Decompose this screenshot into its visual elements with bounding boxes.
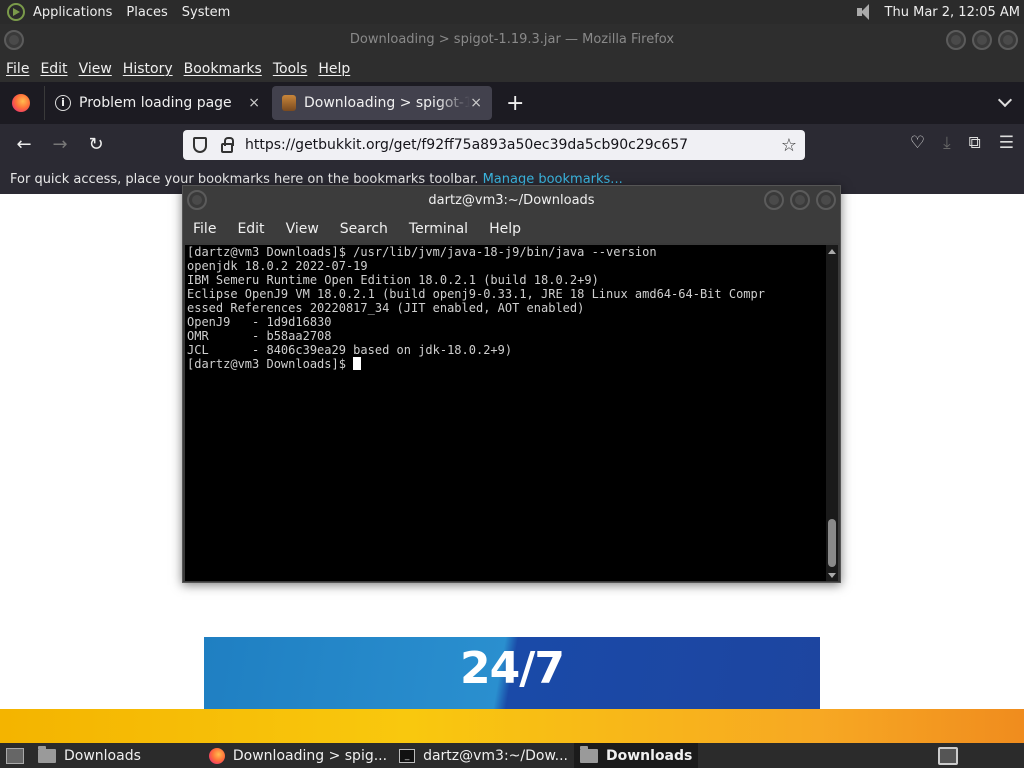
banner-text: 24/7: [460, 643, 565, 694]
terminal-line: IBM Semeru Runtime Open Edition 18.0.2.1…: [187, 273, 599, 287]
workspace-switcher-icon[interactable]: [938, 746, 958, 765]
taskbar-item-terminal[interactable]: _ dartz@vm3:~/Dow...: [393, 743, 574, 768]
firefox-menubar: File Edit View History Bookmarks Tools H…: [0, 56, 1024, 82]
places-menu[interactable]: Places: [126, 5, 167, 20]
tab-bar: i Problem loading page × Downloading > s…: [0, 82, 1024, 124]
scrollbar-thumb[interactable]: [828, 519, 836, 567]
terminal-icon: _: [399, 748, 416, 763]
close-window-button[interactable]: [998, 30, 1018, 50]
terminal-prompt: [dartz@vm3 Downloads]$: [187, 357, 354, 371]
scroll-up-arrow-icon[interactable]: [828, 249, 836, 254]
firefox-view-icon[interactable]: [12, 94, 30, 112]
taskbar-item-label: Downloading > spig...: [232, 747, 388, 764]
menu-help[interactable]: Help: [318, 61, 350, 77]
terminal-line: [dartz@vm3 Downloads]$ /usr/lib/jvm/java…: [187, 245, 657, 259]
terminal-line: OpenJ9 - 1d9d16830: [187, 315, 332, 329]
taskbar-item-downloads[interactable]: Downloads: [32, 743, 147, 768]
window-menu-button[interactable]: [4, 30, 24, 50]
volume-icon[interactable]: [855, 3, 875, 21]
menu-file[interactable]: File: [6, 61, 29, 77]
taskbar-item-firefox[interactable]: Downloading > spig...: [203, 743, 393, 768]
terminal-menu-help[interactable]: Help: [489, 221, 521, 237]
terminal-line: openjdk 18.0.2 2022-07-19: [187, 259, 368, 273]
tab-label: Downloading > spigot-1.19.3.jar: [304, 95, 470, 111]
firefox-titlebar: Downloading > spigot-1.19.3.jar — Mozill…: [0, 24, 1024, 56]
new-tab-button[interactable]: +: [506, 91, 524, 116]
folder-icon: [580, 745, 598, 763]
tab-problem-loading[interactable]: i Problem loading page ×: [44, 86, 270, 120]
page-orange-strip: [0, 709, 1024, 743]
folder-icon: [38, 745, 56, 763]
top-panel: Applications Places System Thu Mar 2, 12…: [0, 0, 1024, 24]
distro-logo-icon[interactable]: [7, 3, 25, 21]
tab-downloading[interactable]: Downloading > spigot-1.19.3.jar ×: [272, 86, 492, 120]
terminal-title: dartz@vm3:~/Downloads: [428, 193, 595, 208]
terminal-line: OMR - b58aa2708: [187, 329, 332, 343]
menu-edit[interactable]: Edit: [40, 61, 67, 77]
lock-icon[interactable]: [221, 136, 234, 153]
minimize-button[interactable]: [946, 30, 966, 50]
taskbar-item-label: Downloads: [606, 747, 693, 764]
hamburger-menu-icon[interactable]: ☰: [999, 133, 1014, 153]
url-bar[interactable]: https://getbukkit.org/get/f92ff75a893a50…: [183, 130, 805, 160]
close-tab-icon[interactable]: ×: [470, 95, 482, 111]
applications-menu[interactable]: Applications: [33, 5, 112, 20]
bukkit-favicon-icon: [282, 95, 296, 111]
terminal-prompt-line: [dartz@vm3 Downloads]$: [187, 357, 826, 371]
firefox-icon: [208, 747, 225, 764]
downloads-icon[interactable]: ⤓: [943, 133, 951, 153]
clock[interactable]: Thu Mar 2, 12:05 AM: [885, 5, 1020, 20]
scroll-down-arrow-icon[interactable]: [828, 573, 836, 578]
terminal-output[interactable]: [dartz@vm3 Downloads]$ /usr/lib/jvm/java…: [185, 245, 826, 581]
taskbar-item-downloads-active[interactable]: Downloads: [574, 743, 699, 768]
terminal-line: JCL - 8406c39ea29 based on jdk-18.0.2+9): [187, 343, 513, 357]
close-tab-icon[interactable]: ×: [248, 95, 260, 111]
navigation-toolbar: ← → ↻ https://getbukkit.org/get/f92ff75a…: [0, 124, 1024, 166]
terminal-line: essed References 20220817_34 (JIT enable…: [187, 301, 585, 315]
terminal-window-menu-button[interactable]: [187, 190, 207, 210]
tracking-protection-shield-icon[interactable]: [193, 137, 207, 153]
taskbar-item-label: dartz@vm3:~/Dow...: [423, 747, 568, 764]
taskbar: Downloads Downloading > spig... _ dartz@…: [0, 743, 1024, 768]
terminal-menu-view[interactable]: View: [286, 221, 319, 237]
url-text[interactable]: https://getbukkit.org/get/f92ff75a893a50…: [245, 137, 688, 153]
terminal-window: dartz@vm3:~/Downloads File Edit View Sea…: [182, 185, 841, 583]
maximize-button[interactable]: [972, 30, 992, 50]
forward-arrow-icon[interactable]: →: [48, 133, 72, 157]
menu-bookmarks[interactable]: Bookmarks: [184, 61, 262, 77]
terminal-menubar: File Edit View Search Terminal Help: [183, 215, 840, 243]
taskbar-item-label: Downloads: [64, 747, 141, 764]
system-menu[interactable]: System: [182, 5, 230, 20]
terminal-menu-edit[interactable]: Edit: [237, 221, 264, 237]
page-banner-image: 24/7: [204, 637, 820, 709]
menu-view[interactable]: View: [79, 61, 112, 77]
reload-icon[interactable]: ↻: [84, 133, 108, 157]
info-icon: i: [55, 95, 71, 111]
bookmark-star-icon[interactable]: ☆: [781, 135, 797, 156]
window-title: Downloading > spigot-1.19.3.jar — Mozill…: [349, 32, 675, 47]
pocket-icon[interactable]: ♡: [910, 133, 925, 153]
terminal-cursor: [353, 357, 362, 370]
terminal-line: Eclipse OpenJ9 VM 18.0.2.1 (build openj9…: [187, 287, 765, 301]
tab-label: Problem loading page: [79, 95, 232, 111]
terminal-menu-search[interactable]: Search: [340, 221, 388, 237]
terminal-scrollbar[interactable]: [826, 245, 838, 581]
terminal-titlebar: dartz@vm3:~/Downloads: [183, 186, 840, 215]
extensions-icon[interactable]: ⧉: [969, 133, 981, 153]
terminal-maximize-button[interactable]: [790, 190, 810, 210]
menu-tools[interactable]: Tools: [273, 61, 308, 77]
terminal-menu-terminal[interactable]: Terminal: [409, 221, 468, 237]
list-all-tabs-chevron-icon[interactable]: [997, 92, 1013, 108]
back-arrow-icon[interactable]: ←: [12, 133, 36, 157]
terminal-minimize-button[interactable]: [764, 190, 784, 210]
menu-history[interactable]: History: [123, 61, 173, 77]
show-desktop-icon[interactable]: [6, 747, 24, 764]
terminal-close-button[interactable]: [816, 190, 836, 210]
terminal-menu-file[interactable]: File: [193, 221, 216, 237]
